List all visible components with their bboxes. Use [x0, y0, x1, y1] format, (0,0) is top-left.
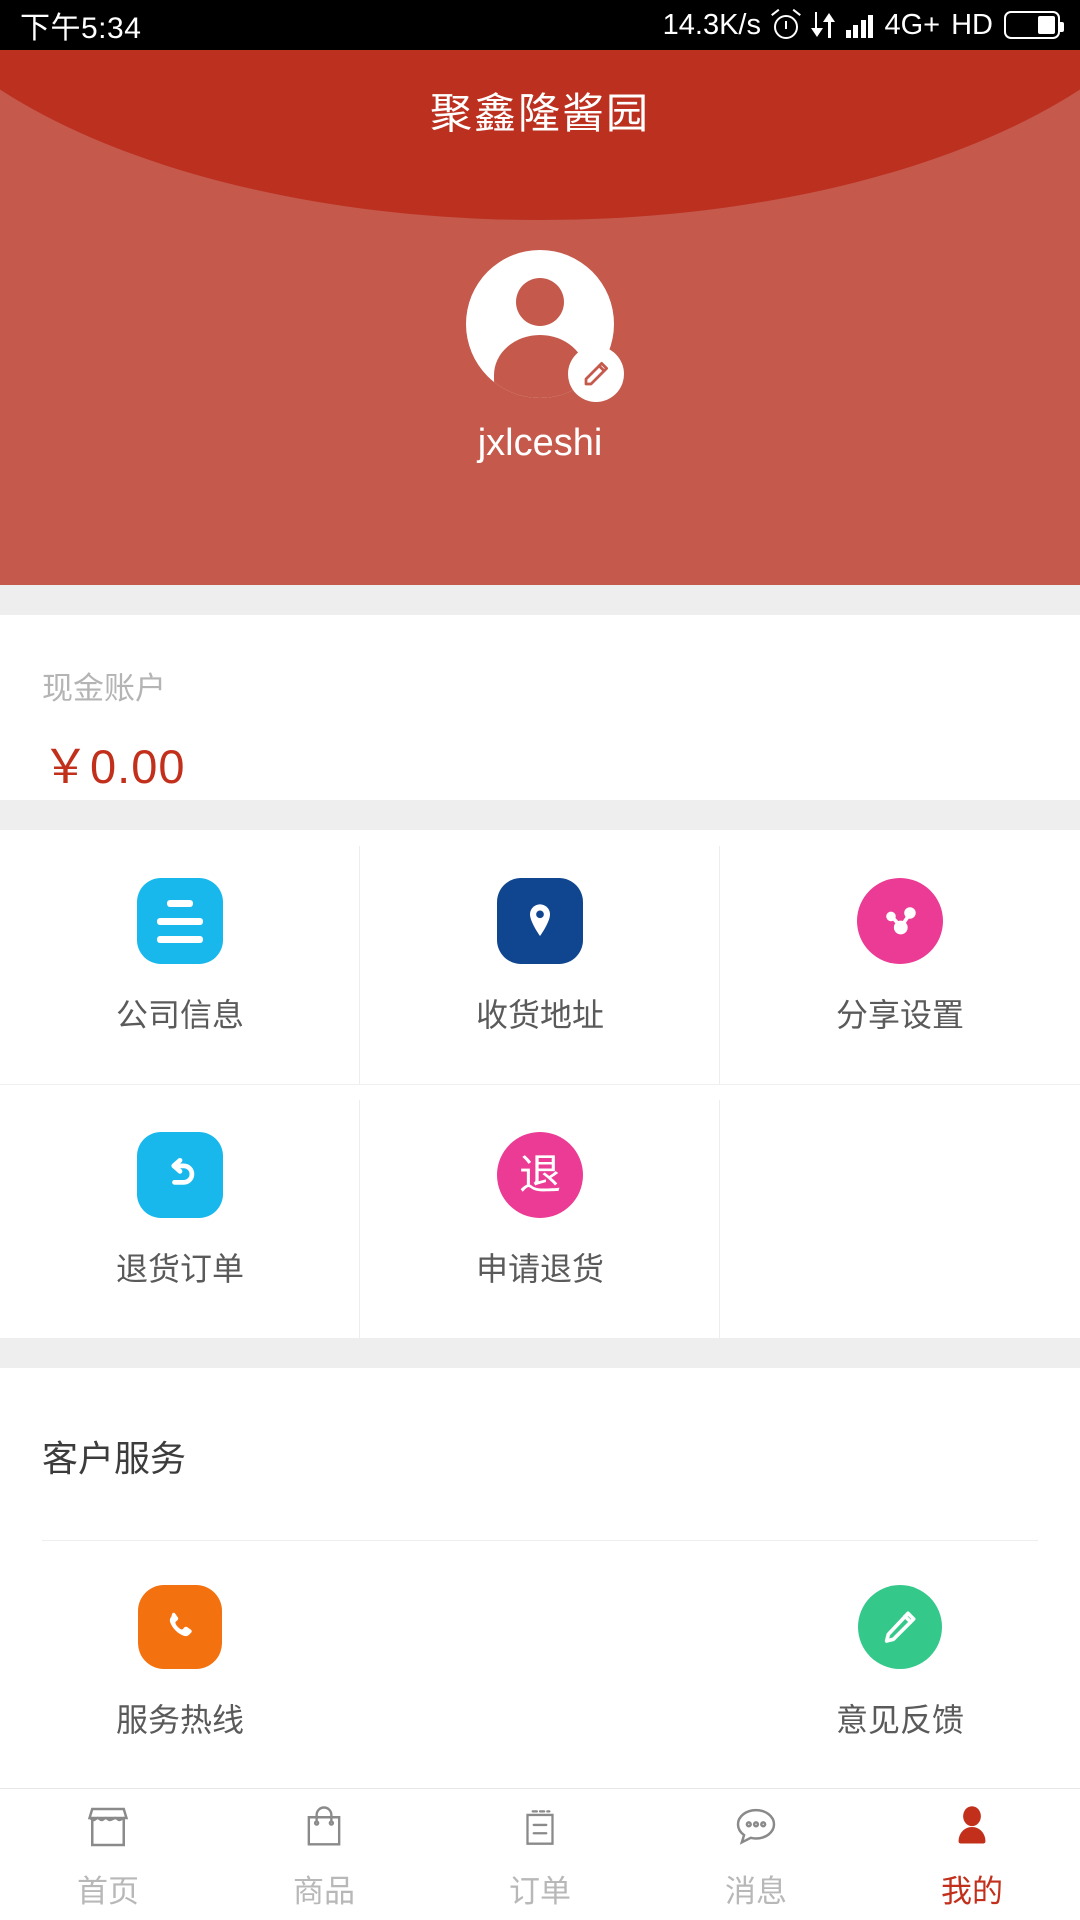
grid-item-share-settings[interactable]: 分享设置: [720, 830, 1080, 1084]
order-list-icon: [509, 1798, 571, 1856]
tab-label: 首页: [77, 1874, 139, 1909]
data-transfer-icon: [810, 10, 835, 40]
battery-icon: [1004, 11, 1064, 39]
storefront-icon: [77, 1798, 139, 1856]
hd-label: HD: [951, 8, 993, 41]
tab-label: 商品: [293, 1874, 355, 1909]
feature-grid-row: 退货订单 退 申请退货: [0, 1084, 1080, 1338]
tab-home[interactable]: 首页: [0, 1789, 216, 1920]
feature-grid-row: 公司信息 收货地址 分享设置: [0, 830, 1080, 1084]
grid-item-empty: [720, 1084, 1080, 1338]
tab-label: 我的: [941, 1874, 1003, 1909]
feature-grid: 公司信息 收货地址 分享设置 退货订单 退 申请退货: [0, 830, 1080, 1338]
customer-service-row: 服务热线 意见反馈: [0, 1541, 1080, 1741]
return-arrow-icon: [137, 1132, 223, 1218]
share-nodes-icon: [857, 878, 943, 964]
cash-account-label: 现金账户: [42, 671, 166, 706]
pencil-feedback-icon: [858, 1585, 942, 1669]
tab-orders[interactable]: 订单: [432, 1789, 648, 1920]
network-type-label: 4G+: [884, 8, 941, 41]
username-label: jxlceshi: [477, 422, 603, 464]
service-item-label: 服务热线: [115, 1702, 244, 1738]
profile-header: 聚鑫隆酱园 jxlceshi: [0, 50, 1080, 585]
avatar[interactable]: [466, 250, 624, 402]
tab-mine[interactable]: 我的: [864, 1789, 1080, 1920]
section-gap-3: [0, 1338, 1080, 1368]
location-pin-icon: [497, 878, 583, 964]
bottom-tab-bar: 首页 商品 订单 消息 我的: [0, 1788, 1080, 1920]
service-item-feedback[interactable]: 意见反馈: [720, 1585, 1080, 1741]
edit-pencil-icon[interactable]: [568, 346, 624, 402]
grid-item-label: 退货订单: [115, 1251, 244, 1287]
page-title: 聚鑫隆酱园: [429, 89, 650, 137]
grid-item-label: 申请退货: [475, 1251, 604, 1287]
shopping-bag-icon: [293, 1798, 355, 1856]
message-bubble-icon: [725, 1798, 787, 1856]
tab-products[interactable]: 商品: [216, 1789, 432, 1920]
document-icon: [137, 878, 223, 964]
person-icon: [941, 1798, 1003, 1856]
status-time: 下午5:34: [20, 12, 142, 45]
tab-messages[interactable]: 消息: [648, 1789, 864, 1920]
service-item-hotline[interactable]: 服务热线: [0, 1585, 360, 1741]
section-gap-1: [0, 585, 1080, 615]
refund-glyph: 退: [518, 1151, 561, 1198]
customer-service-section: 客户服务 服务热线 意见反馈: [0, 1368, 1080, 1741]
grid-item-return-orders[interactable]: 退货订单: [0, 1084, 360, 1338]
status-bar: 下午5:34 14.3K/s 4G+ HD: [0, 0, 1080, 50]
grid-item-shipping-address[interactable]: 收货地址: [360, 830, 720, 1084]
tab-label: 消息: [725, 1874, 787, 1909]
grid-item-label: 分享设置: [835, 997, 964, 1033]
status-indicators: 14.3K/s 4G+ HD: [662, 8, 1064, 42]
cash-account-amount: ￥0.00: [42, 740, 186, 793]
tab-label: 订单: [509, 1874, 571, 1909]
section-gap-2: [0, 800, 1080, 830]
signal-icon: [845, 12, 874, 38]
grid-item-label: 收货地址: [475, 997, 604, 1033]
customer-service-title: 客户服务: [42, 1438, 187, 1479]
service-item-label: 意见反馈: [835, 1702, 964, 1738]
phone-icon: [138, 1585, 222, 1669]
alarm-icon: [771, 8, 801, 39]
refund-char-icon: 退: [497, 1132, 583, 1218]
grid-item-label: 公司信息: [115, 997, 244, 1033]
app-root: 下午5:34 14.3K/s 4G+ HD 聚鑫隆酱园 jxlceshi 现金账…: [0, 0, 1080, 1920]
network-speed-label: 14.3K/s: [662, 8, 761, 41]
grid-item-apply-return[interactable]: 退 申请退货: [360, 1084, 720, 1338]
grid-item-company-info[interactable]: 公司信息: [0, 830, 360, 1084]
